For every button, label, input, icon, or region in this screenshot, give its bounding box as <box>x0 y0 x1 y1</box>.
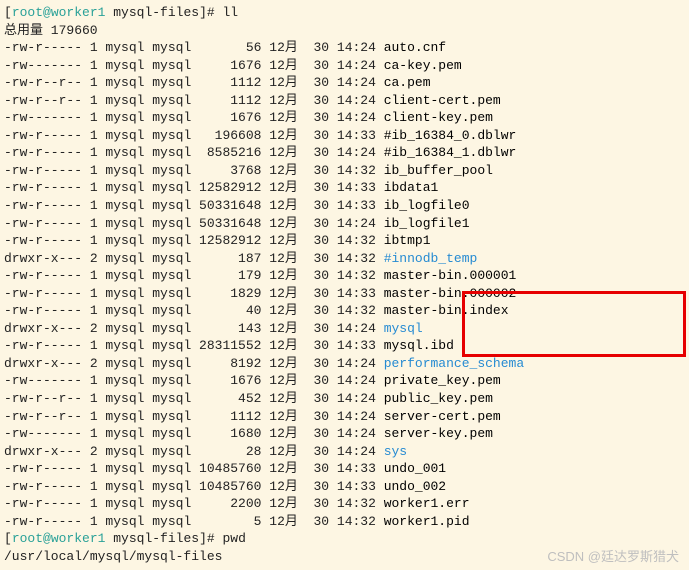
terminal-line: -rw-r----- 1 mysql mysql 179 12月 30 14:3… <box>4 267 685 285</box>
file-entry: undo_001 <box>384 461 446 476</box>
terminal-line: -rw-r----- 1 mysql mysql 10485760 12月 30… <box>4 478 685 496</box>
terminal-line: -rw-r----- 1 mysql mysql 50331648 12月 30… <box>4 197 685 215</box>
file-entry: server-key.pem <box>384 426 493 441</box>
terminal-line: [root@worker1 mysql-files]# pwd <box>4 530 685 548</box>
terminal-line: -rw-r----- 1 mysql mysql 40 12月 30 14:32… <box>4 302 685 320</box>
terminal-line: -rw-r----- 1 mysql mysql 10485760 12月 30… <box>4 460 685 478</box>
terminal-line: drwxr-x--- 2 mysql mysql 28 12月 30 14:24… <box>4 443 685 461</box>
terminal-line: -rw------- 1 mysql mysql 1676 12月 30 14:… <box>4 109 685 127</box>
file-entry: undo_002 <box>384 479 446 494</box>
pwd-output: /usr/local/mysql/mysql-files <box>4 549 222 564</box>
command: pwd <box>222 531 245 546</box>
terminal-line: -rw-r----- 1 mysql mysql 5 12月 30 14:32 … <box>4 513 685 531</box>
watermark: CSDN @廷达罗斯猎犬 <box>547 548 679 566</box>
terminal-line: -rw-r----- 1 mysql mysql 12582912 12月 30… <box>4 232 685 250</box>
file-entry: worker1.pid <box>384 514 470 529</box>
total-line: 总用量 179660 <box>4 23 98 38</box>
file-entry: master-bin.000001 <box>384 268 517 283</box>
file-entry: ib_logfile0 <box>384 198 470 213</box>
terminal-line: -rw-r--r-- 1 mysql mysql 1112 12月 30 14:… <box>4 408 685 426</box>
file-entry: server-cert.pem <box>384 409 501 424</box>
file-entry: worker1.err <box>384 496 470 511</box>
command: ll <box>222 5 238 20</box>
terminal-line: 总用量 179660 <box>4 22 685 40</box>
file-entry: mysql.ibd <box>384 338 454 353</box>
file-entry: #ib_16384_0.dblwr <box>384 128 517 143</box>
user-host: root@worker1 <box>12 531 106 546</box>
terminal-line: -rw-r----- 1 mysql mysql 56 12月 30 14:24… <box>4 39 685 57</box>
terminal-line: -rw-r----- 1 mysql mysql 2200 12月 30 14:… <box>4 495 685 513</box>
terminal-line: -rw------- 1 mysql mysql 1676 12月 30 14:… <box>4 372 685 390</box>
terminal-line: -rw-r--r-- 1 mysql mysql 452 12月 30 14:2… <box>4 390 685 408</box>
user-host: root@worker1 <box>12 5 106 20</box>
file-entry: #innodb_temp <box>384 251 478 266</box>
file-entry: #ib_16384_1.dblwr <box>384 145 517 160</box>
terminal-line: drwxr-x--- 2 mysql mysql 187 12月 30 14:3… <box>4 250 685 268</box>
terminal-line: -rw-r----- 1 mysql mysql 28311552 12月 30… <box>4 337 685 355</box>
terminal-output: [root@worker1 mysql-files]# ll总用量 179660… <box>4 4 685 566</box>
file-entry: performance_schema <box>384 356 524 371</box>
terminal-line: drwxr-x--- 2 mysql mysql 8192 12月 30 14:… <box>4 355 685 373</box>
file-entry: private_key.pem <box>384 373 501 388</box>
terminal-line: -rw-r----- 1 mysql mysql 3768 12月 30 14:… <box>4 162 685 180</box>
terminal-line: -rw-r--r-- 1 mysql mysql 1112 12月 30 14:… <box>4 74 685 92</box>
terminal-line: -rw------- 1 mysql mysql 1676 12月 30 14:… <box>4 57 685 75</box>
terminal-line: -rw-r----- 1 mysql mysql 1829 12月 30 14:… <box>4 285 685 303</box>
terminal-line: -rw-r----- 1 mysql mysql 12582912 12月 30… <box>4 179 685 197</box>
terminal-line: -rw-r----- 1 mysql mysql 50331648 12月 30… <box>4 215 685 233</box>
file-entry: ibtmp1 <box>384 233 431 248</box>
file-entry: client-key.pem <box>384 110 493 125</box>
terminal-line: -rw-r----- 1 mysql mysql 8585216 12月 30 … <box>4 144 685 162</box>
file-entry: auto.cnf <box>384 40 446 55</box>
file-entry: public_key.pem <box>384 391 493 406</box>
file-entry: ca.pem <box>384 75 431 90</box>
file-entry: ibdata1 <box>384 180 439 195</box>
file-entry: mysql <box>384 321 423 336</box>
file-entry: master-bin.000002 <box>384 286 517 301</box>
file-entry: ib_buffer_pool <box>384 163 493 178</box>
file-entry: master-bin.index <box>384 303 509 318</box>
terminal-line: [root@worker1 mysql-files]# ll <box>4 4 685 22</box>
file-entry: ca-key.pem <box>384 58 462 73</box>
terminal-line: drwxr-x--- 2 mysql mysql 143 12月 30 14:2… <box>4 320 685 338</box>
file-entry: sys <box>384 444 407 459</box>
file-entry: ib_logfile1 <box>384 216 470 231</box>
terminal-line: -rw-r----- 1 mysql mysql 196608 12月 30 1… <box>4 127 685 145</box>
terminal-line: -rw------- 1 mysql mysql 1680 12月 30 14:… <box>4 425 685 443</box>
file-entry: client-cert.pem <box>384 93 501 108</box>
terminal-line: -rw-r--r-- 1 mysql mysql 1112 12月 30 14:… <box>4 92 685 110</box>
